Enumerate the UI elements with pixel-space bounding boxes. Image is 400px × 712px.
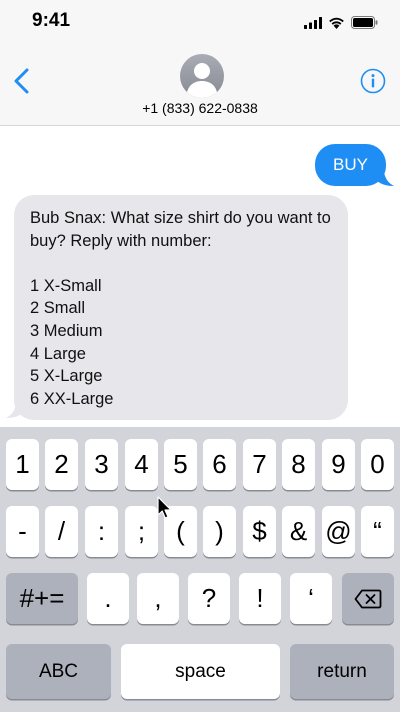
key-exclamation[interactable]: !	[239, 573, 281, 624]
key-at[interactable]: @	[322, 506, 355, 557]
key-comma[interactable]: ,	[137, 573, 179, 624]
key-question[interactable]: ?	[188, 573, 230, 624]
contact-number[interactable]: +1 (833) 622-0838	[0, 100, 400, 116]
key-1[interactable]: 1	[6, 439, 39, 490]
key-2[interactable]: 2	[45, 439, 78, 490]
key-6[interactable]: 6	[203, 439, 236, 490]
battery-icon	[351, 16, 378, 29]
outgoing-bubble-tail	[376, 172, 394, 186]
key-period[interactable]: .	[87, 573, 129, 624]
incoming-bubble-tail	[6, 404, 24, 418]
contact-avatar[interactable]	[180, 54, 224, 98]
key-0[interactable]: 0	[361, 439, 394, 490]
chevron-left-icon[interactable]	[10, 66, 34, 96]
backspace-icon	[354, 589, 382, 608]
key-apostrophe[interactable]: ‘	[290, 573, 332, 624]
key-ampersand[interactable]: &	[282, 506, 315, 557]
wifi-icon	[329, 17, 344, 29]
key-abc[interactable]: ABC	[6, 644, 111, 699]
status-bar: 9:41	[0, 0, 400, 44]
key-slash[interactable]: /	[45, 506, 78, 557]
info-icon[interactable]	[360, 68, 386, 94]
key-7[interactable]: 7	[243, 439, 276, 490]
message-list[interactable]: BUY Bub Snax: What size shirt do you wan…	[0, 127, 400, 427]
key-4[interactable]: 4	[125, 439, 158, 490]
key-close-paren[interactable]: )	[203, 506, 236, 557]
key-3[interactable]: 3	[85, 439, 118, 490]
status-time: 9:41	[32, 10, 71, 31]
status-icons	[304, 16, 378, 29]
cellular-signal-icon	[304, 16, 322, 29]
key-dollar[interactable]: $	[243, 506, 276, 557]
person-icon	[186, 63, 218, 98]
conversation-header: +1 (833) 622-0838	[0, 44, 400, 126]
key-colon[interactable]: :	[85, 506, 118, 557]
key-symbols-toggle[interactable]: #+=	[6, 573, 78, 624]
delete-key[interactable]	[342, 573, 394, 624]
return-key[interactable]: return	[290, 644, 394, 699]
key-5[interactable]: 5	[164, 439, 197, 490]
mouse-pointer-icon	[157, 496, 172, 519]
key-quote[interactable]: “	[361, 506, 394, 557]
key-semicolon[interactable]: ;	[125, 506, 158, 557]
keyboard: 1 2 3 4 5 6 7 8 9 0 - / : ; ( ) $ & @ “ …	[0, 427, 400, 712]
incoming-message[interactable]: Bub Snax: What size shirt do you want to…	[14, 195, 348, 420]
space-bar[interactable]: space	[121, 644, 280, 699]
key-9[interactable]: 9	[322, 439, 355, 490]
key-hyphen[interactable]: -	[6, 506, 39, 557]
key-8[interactable]: 8	[282, 439, 315, 490]
